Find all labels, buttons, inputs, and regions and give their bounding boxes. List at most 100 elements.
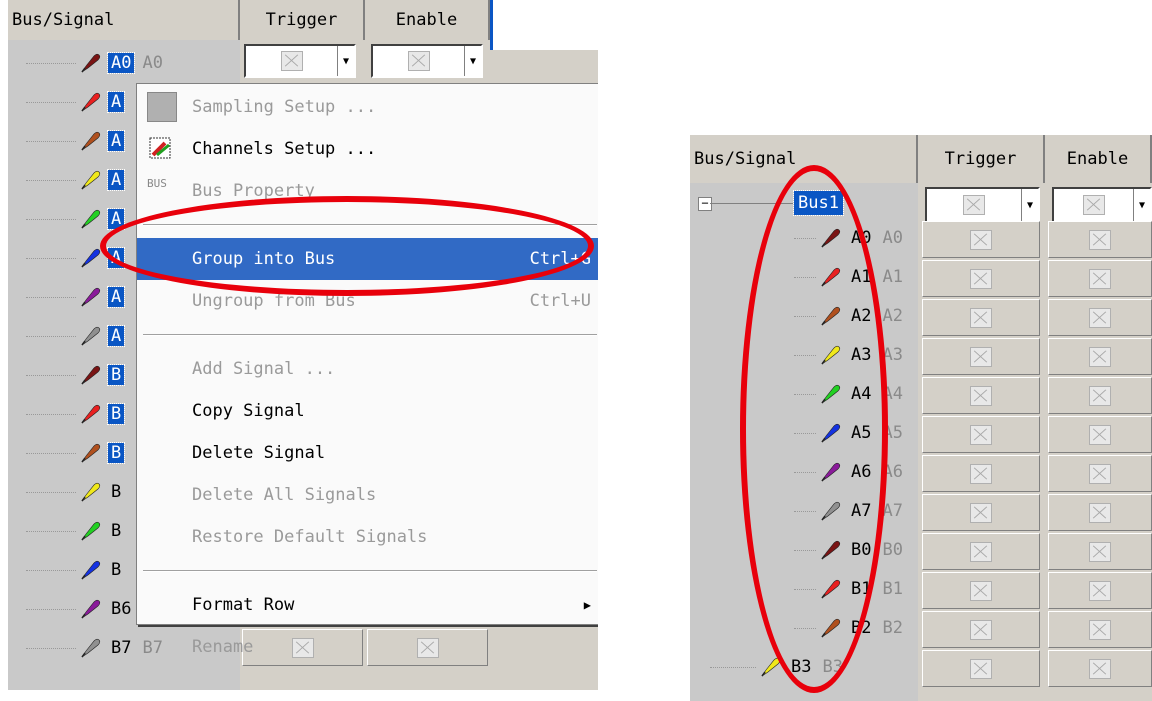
dont-care-icon	[1089, 268, 1111, 289]
enable-cell[interactable]	[1048, 338, 1152, 375]
trigger-cell[interactable]	[922, 611, 1040, 648]
dont-care-icon	[1089, 307, 1111, 328]
menu-item[interactable]: Rename	[137, 626, 598, 668]
waveform-ruler[interactable]	[490, 0, 598, 50]
signal-row[interactable]: B	[80, 516, 132, 546]
trigger-cell[interactable]	[922, 377, 1040, 414]
menu-separator	[143, 570, 597, 572]
enable-dropdown[interactable]: ▼	[1052, 187, 1152, 223]
probe-icon	[81, 560, 101, 580]
header-enable[interactable]: Enable	[365, 0, 490, 40]
signal-row[interactable]: A	[80, 165, 132, 195]
signal-name[interactable]: B6	[108, 599, 134, 619]
menu-item[interactable]: Delete Signal	[137, 432, 598, 474]
trigger-cell[interactable]	[922, 533, 1040, 570]
probe-icon	[81, 443, 101, 463]
signal-name[interactable]: A0	[106, 52, 136, 74]
header-trigger[interactable]: Trigger	[240, 0, 365, 40]
tree-line	[26, 336, 76, 337]
menu-item[interactable]: Sampling Setup ...	[137, 86, 598, 128]
enable-cell[interactable]	[1048, 650, 1152, 687]
menu-item[interactable]: Channels Setup ...	[137, 128, 598, 170]
enable-cell[interactable]	[1048, 533, 1152, 570]
enable-cell[interactable]	[1048, 572, 1152, 609]
signal-row[interactable]: A	[80, 282, 132, 312]
menu-item[interactable]: Add Signal ...	[137, 348, 598, 390]
signal-row[interactable]: B	[80, 360, 132, 390]
signal-alias: A7	[882, 501, 903, 521]
dont-care-icon	[963, 195, 985, 215]
dont-care-icon	[407, 51, 430, 71]
dont-care-icon	[970, 229, 992, 250]
menu-item[interactable]: Delete All Signals	[137, 474, 598, 516]
enable-cell[interactable]	[1048, 494, 1152, 531]
menu-item-label: Restore Default Signals	[192, 527, 428, 547]
dont-care-icon	[970, 502, 992, 523]
signal-name[interactable]: B	[106, 364, 126, 386]
trigger-cell[interactable]	[922, 494, 1040, 531]
signal-alias: A0	[142, 53, 163, 73]
enable-cell[interactable]	[1048, 221, 1152, 258]
tree-line	[26, 492, 76, 493]
trigger-cell[interactable]	[922, 572, 1040, 609]
dont-care-icon	[970, 463, 992, 484]
signal-name[interactable]: B	[108, 521, 124, 541]
signal-row[interactable]: A	[80, 126, 132, 156]
header-label: Enable	[395, 10, 458, 30]
trigger-dropdown[interactable]: ▼	[244, 44, 356, 78]
signal-name[interactable]: A	[106, 169, 126, 191]
signal-name[interactable]: B	[106, 403, 126, 425]
collapse-icon[interactable]: −	[698, 197, 712, 211]
menu-item-label: Channels Setup ...	[192, 139, 377, 159]
menu-item[interactable]: Copy Signal	[137, 390, 598, 432]
signal-name[interactable]: A	[106, 286, 126, 308]
signal-row[interactable]: B	[80, 399, 132, 429]
dont-care-icon	[1089, 346, 1111, 367]
trigger-cell[interactable]	[922, 260, 1040, 297]
trigger-dropdown[interactable]: ▼	[925, 187, 1040, 223]
header-bus-signal[interactable]: Bus/Signal	[8, 0, 240, 40]
signal-row[interactable]: B	[80, 555, 132, 585]
enable-cell[interactable]	[1048, 455, 1152, 492]
signal-name[interactable]: A	[106, 130, 126, 152]
header-trigger[interactable]: Trigger	[918, 135, 1045, 183]
enable-cell[interactable]	[1048, 260, 1152, 297]
menu-item-label: Sampling Setup ...	[192, 97, 377, 117]
trigger-cell[interactable]	[922, 338, 1040, 375]
signal-name[interactable]: B7	[108, 638, 134, 658]
menu-item[interactable]: Restore Default Signals	[137, 516, 598, 558]
signal-name[interactable]: A	[106, 91, 126, 113]
signal-name[interactable]: B	[108, 482, 124, 502]
enable-dropdown[interactable]: ▼	[371, 44, 483, 78]
signal-name[interactable]: A	[106, 325, 126, 347]
trigger-cell[interactable]	[922, 416, 1040, 453]
signal-row[interactable]: A	[80, 87, 132, 117]
annotation-ellipse	[740, 165, 888, 693]
right-signal-panel: Bus/Signal Trigger Enable − Bus1 ▼ ▼ A0 A…	[690, 135, 1152, 701]
signal-name[interactable]: B	[108, 560, 124, 580]
signal-name[interactable]: B	[106, 442, 126, 464]
header-enable[interactable]: Enable	[1045, 135, 1152, 183]
menu-item-label: Copy Signal	[192, 401, 305, 421]
enable-cell[interactable]	[1048, 299, 1152, 336]
enable-cell[interactable]	[1048, 611, 1152, 648]
tree-line	[26, 570, 76, 571]
trigger-cell[interactable]	[922, 221, 1040, 258]
menu-item[interactable]: Format Row ▶	[137, 584, 598, 626]
signal-row[interactable]: B	[80, 477, 132, 507]
dont-care-icon	[970, 619, 992, 640]
trigger-cell[interactable]	[922, 299, 1040, 336]
tree-line	[26, 648, 76, 649]
signal-alias: B1	[882, 579, 903, 599]
dont-care-icon	[970, 268, 992, 289]
enable-cell[interactable]	[1048, 377, 1152, 414]
trigger-cell[interactable]	[922, 455, 1040, 492]
signal-row[interactable]: A	[80, 321, 132, 351]
enable-cell[interactable]	[1048, 416, 1152, 453]
probe-icon	[81, 92, 101, 112]
signal-row[interactable]: A0 A0	[80, 48, 163, 78]
signal-alias: A0	[882, 228, 903, 248]
trigger-cell[interactable]	[922, 650, 1040, 687]
signal-row[interactable]: B	[80, 438, 132, 468]
left-signal-panel: Bus/Signal Trigger Enable A0 A0 ▼ ▼ A A A A A A A B…	[8, 0, 598, 690]
